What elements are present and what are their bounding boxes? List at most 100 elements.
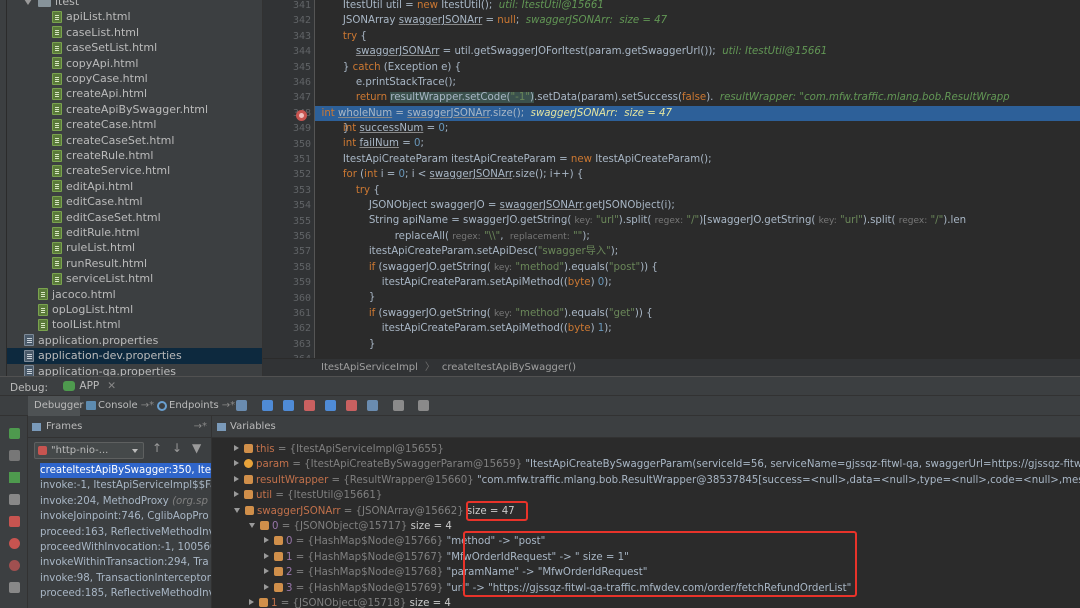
variable-row[interactable]: this = {ItestApiServiceImpl@15655}: [234, 442, 444, 457]
code-line: for (int i = 0; i < swaggerJSONArr.size(…: [342, 169, 584, 181]
collapsed-arrow-icon[interactable]: [234, 491, 239, 498]
tree-file[interactable]: createApiBySwagger.html: [52, 102, 208, 117]
collapsed-arrow-icon[interactable]: [264, 537, 269, 544]
folder-icon: [38, 0, 51, 7]
code-editor[interactable]: 3413423433443453463473483493503513523533…: [263, 0, 1080, 376]
debug-session-tab[interactable]: APP ✕: [63, 377, 116, 395]
tab-console[interactable]: Console →*: [84, 396, 154, 416]
tree-file[interactable]: editRule.html: [52, 225, 140, 240]
camera-icon[interactable]: [9, 582, 20, 593]
line-number-gutter[interactable]: 3413423433443453463473483493503513523533…: [263, 0, 315, 376]
collapsed-arrow-icon[interactable]: [264, 583, 269, 590]
step-out-icon[interactable]: [325, 400, 336, 411]
field-icon: [260, 521, 269, 530]
collapsed-arrow-icon[interactable]: [234, 445, 239, 451]
stack-frame[interactable]: proceed:163, ReflectiveMethodInv: [40, 525, 211, 540]
field-icon: [274, 567, 283, 577]
html-file-icon: [52, 26, 62, 39]
code-line: } catch (Exception e) {: [317, 61, 462, 73]
tree-folder-itest[interactable]: itest: [24, 0, 79, 9]
tree-file[interactable]: serviceList.html: [52, 271, 153, 286]
step-into-icon[interactable]: [283, 400, 294, 411]
variable-row[interactable]: 0 = {JSONObject@15717} size = 4: [249, 519, 452, 534]
mute-breakpoints-icon[interactable]: [9, 560, 20, 571]
collapsed-arrow-icon[interactable]: [249, 599, 254, 605]
collapsed-arrow-icon[interactable]: [234, 475, 239, 482]
tab-debugger[interactable]: Debugger: [28, 396, 84, 416]
tree-file[interactable]: runResult.html: [52, 256, 147, 271]
tree-file[interactable]: createService.html: [52, 163, 170, 178]
variable-row[interactable]: util = {ItestUtil@15661}: [234, 488, 382, 503]
stack-frame[interactable]: invokeJoinpoint:746, CglibAopPro: [40, 509, 211, 524]
html-file-icon: [52, 257, 62, 270]
line-number: 352: [292, 169, 311, 181]
arrow-down-icon[interactable]: ↓: [172, 441, 182, 455]
tree-file[interactable]: caseList.html: [52, 25, 139, 40]
rerun-icon[interactable]: [9, 428, 20, 439]
resume-icon[interactable]: [9, 472, 20, 483]
html-file-icon: [52, 180, 62, 193]
collapsed-arrow-icon[interactable]: [264, 552, 269, 559]
expanded-arrow-icon[interactable]: [249, 523, 255, 528]
tree-file[interactable]: editApi.html: [52, 179, 133, 194]
expanded-arrow-icon[interactable]: [234, 507, 240, 513]
line-number: 351: [292, 154, 311, 165]
pause-icon[interactable]: [9, 494, 20, 505]
collapsed-arrow-icon[interactable]: [264, 568, 269, 575]
code-line: ItestApiCreateParam itestApiCreateParam …: [317, 153, 712, 165]
force-step-into-icon[interactable]: [304, 400, 315, 411]
line-number: 345: [292, 61, 311, 73]
tree-file[interactable]: copyCase.html: [52, 71, 148, 86]
tree-file[interactable]: application-qa.properties: [24, 364, 176, 376]
step-over-icon[interactable]: [262, 400, 273, 411]
tree-file[interactable]: application.properties: [24, 333, 158, 348]
code-line: }: [317, 292, 376, 304]
menu-icon[interactable]: [236, 400, 247, 411]
filter-icon[interactable]: ▼: [192, 441, 201, 455]
html-file-icon: [52, 195, 62, 208]
tree-file[interactable]: opLogList.html: [38, 302, 133, 317]
tree-file[interactable]: copyApi.html: [52, 56, 138, 71]
frames-title: Frames →*: [28, 416, 211, 438]
tree-file[interactable]: toolList.html: [38, 317, 121, 332]
variable-row[interactable]: param = {ItestApiCreateBySwaggerParam@15…: [234, 457, 1080, 472]
tree-file[interactable]: createCaseSet.html: [52, 133, 174, 148]
stop-icon[interactable]: [9, 516, 20, 527]
tree-file[interactable]: editCase.html: [52, 194, 143, 209]
close-icon[interactable]: ✕: [107, 377, 116, 395]
collapsed-arrow-icon[interactable]: [234, 460, 239, 467]
breadcrumb-method[interactable]: createItestApiBySwagger(): [442, 362, 576, 373]
stack-frame[interactable]: proceedWithInvocation:-1, 100560: [40, 540, 211, 555]
restore-layout-icon[interactable]: [418, 400, 429, 411]
tree-file[interactable]: createRule.html: [52, 148, 153, 163]
view-breakpoints-icon[interactable]: [9, 538, 20, 549]
breadcrumb-class[interactable]: ItestApiServiceImpl: [321, 362, 418, 373]
expand-arrow-icon[interactable]: [24, 0, 32, 5]
tab-endpoints[interactable]: Endpoints →*: [155, 396, 235, 416]
tree-file[interactable]: ruleList.html: [52, 240, 135, 255]
stack-frame[interactable]: invoke:204, MethodProxy (org.sp: [40, 494, 211, 509]
breakpoint-icon[interactable]: [296, 109, 307, 121]
html-file-icon: [38, 288, 48, 301]
tree-file[interactable]: caseSetList.html: [52, 40, 157, 55]
variable-row[interactable]: 1 = {JSONObject@15718} size = 4: [249, 596, 451, 608]
thread-selector[interactable]: "http-nio-...: [34, 442, 144, 459]
drop-frame-icon[interactable]: [346, 400, 357, 411]
stack-frame[interactable]: createItestApiBySwagger:350, Ite: [40, 463, 211, 479]
run-to-cursor-icon[interactable]: [367, 400, 378, 411]
tree-file[interactable]: createApi.html: [52, 86, 147, 101]
tree-file[interactable]: jacoco.html: [38, 287, 116, 302]
stack-frame[interactable]: proceed:185, ReflectiveMethodInv: [40, 586, 211, 601]
evaluate-icon[interactable]: [393, 400, 404, 411]
tree-file[interactable]: editCaseSet.html: [52, 210, 161, 225]
code-line: try {: [342, 30, 367, 42]
tree-file[interactable]: createCase.html: [52, 117, 156, 132]
stack-frame[interactable]: invoke:98, TransactionInterceptor: [40, 571, 211, 586]
tree-file[interactable]: application-dev.properties: [7, 348, 262, 364]
tree-file[interactable]: apiList.html: [52, 9, 131, 24]
variable-row[interactable]: resultWrapper = {ResultWrapper@15660} "c…: [234, 473, 1080, 488]
settings-icon[interactable]: [9, 450, 20, 461]
stack-frame[interactable]: invokeWithinTransaction:294, Tra: [40, 555, 211, 570]
arrow-up-icon[interactable]: ↑: [152, 441, 162, 455]
stack-frame[interactable]: invoke:-1, ItestApiServiceImpl$$Fa: [40, 478, 211, 493]
